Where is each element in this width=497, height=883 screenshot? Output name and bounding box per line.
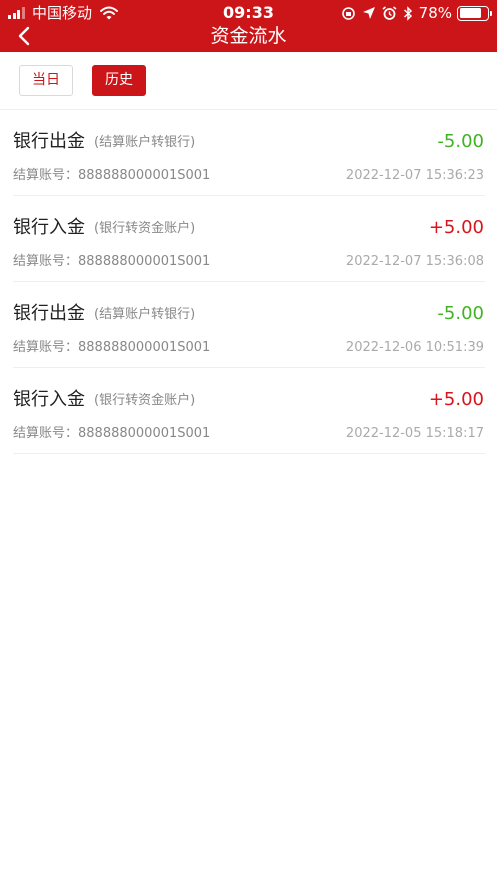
battery-icon	[457, 5, 492, 21]
transaction-time: 2022-12-06 10:51:39	[345, 340, 484, 355]
alarm-icon	[382, 5, 397, 20]
transaction-time: 2022-12-07 15:36:08	[345, 254, 484, 269]
list-item[interactable]: 银行入金 (银行转资金账户) +5.00 结算账号：888888000001S0…	[13, 368, 485, 454]
account-number: 结算账号：888888000001S001	[13, 254, 211, 269]
bluetooth-icon	[403, 5, 412, 21]
list-item[interactable]: 银行入金 (银行转资金账户) +5.00 结算账号：888888000001S0…	[13, 196, 485, 282]
transaction-list: 银行出金 (结算账户转银行) -5.00 结算账号：888888000001S0…	[0, 110, 497, 454]
transaction-subtitle: (银行转资金账户)	[94, 393, 196, 408]
transaction-title: 银行出金	[13, 131, 85, 152]
tab-today[interactable]: 当日	[19, 65, 73, 96]
transaction-amount: +5.00	[428, 389, 484, 410]
transaction-subtitle: (结算账户转银行)	[94, 307, 196, 322]
status-right: 78%	[341, 4, 492, 22]
transaction-amount: -5.00	[437, 303, 484, 324]
transaction-amount: +5.00	[428, 217, 484, 238]
transaction-subtitle: (银行转资金账户)	[94, 221, 196, 236]
location-icon	[362, 7, 375, 19]
list-item[interactable]: 银行出金 (结算账户转银行) -5.00 结算账号：888888000001S0…	[13, 110, 485, 196]
transaction-title: 银行出金	[13, 303, 85, 324]
account-number: 结算账号：888888000001S001	[13, 168, 211, 183]
tab-history[interactable]: 历史	[92, 65, 146, 96]
transaction-time: 2022-12-07 15:36:23	[345, 168, 484, 183]
transaction-subtitle: (结算账户转银行)	[94, 135, 196, 150]
transaction-title: 银行入金	[13, 389, 85, 410]
date-range-tabs: 当日 历史	[0, 52, 497, 110]
list-item[interactable]: 银行出金 (结算账户转银行) -5.00 结算账号：888888000001S0…	[13, 282, 485, 368]
app-header: 中国移动 09:33 78% 资金流水	[0, 0, 497, 52]
account-number: 结算账号：888888000001S001	[13, 426, 211, 441]
transaction-time: 2022-12-05 15:18:17	[345, 426, 484, 441]
transaction-amount: -5.00	[437, 131, 484, 152]
battery-percent: 78%	[418, 4, 452, 22]
orientation-lock-icon	[341, 6, 355, 20]
account-number: 结算账号：888888000001S001	[13, 340, 211, 355]
transaction-title: 银行入金	[13, 217, 85, 238]
page-title: 资金流水	[210, 25, 287, 47]
